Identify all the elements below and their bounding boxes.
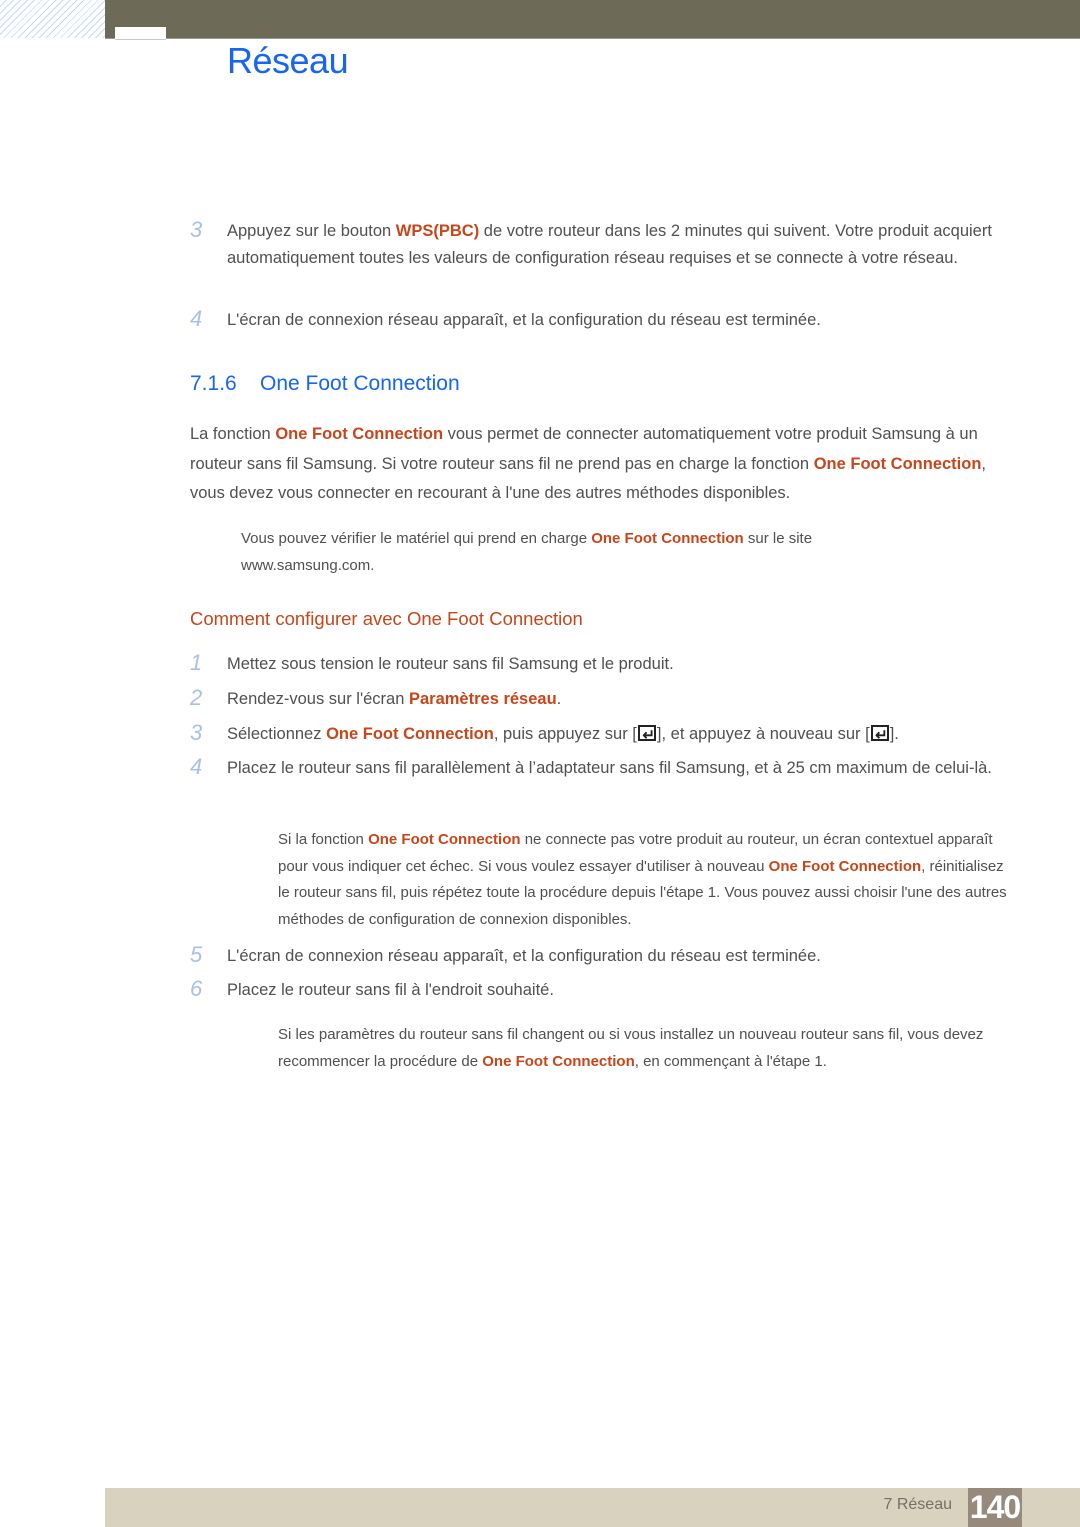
highlight-term: One Foot Connection — [275, 425, 444, 443]
step-text: Placez le routeur sans fil parallèlement… — [227, 759, 992, 777]
section-heading: 7.1.6 One Foot Connection — [190, 372, 460, 396]
corner-hatch-decoration — [0, 0, 105, 38]
step-number: 3 — [190, 217, 203, 242]
step-text: Appuyez sur le bouton WPS(PBC) de votre … — [227, 218, 1010, 272]
subsection-heading: Comment configurer avec One Foot Connect… — [190, 608, 583, 629]
section-number: 7.1.6 — [190, 372, 237, 395]
step-text: Mettez sous tension le routeur sans fil … — [227, 655, 674, 673]
step-item: 5 L'écran de connexion réseau apparaît, … — [190, 943, 1010, 970]
highlight-term: One Foot Connection — [768, 857, 922, 875]
intro-paragraph: La fonction One Foot Connection vous per… — [190, 420, 1005, 509]
text-run: Sélectionnez — [227, 725, 327, 743]
highlight-term: One Foot Connection — [482, 1052, 635, 1070]
step-text: Rendez-vous sur l'écran Paramètres résea… — [227, 686, 1010, 713]
step-number: 2 — [190, 685, 203, 710]
footer-chapter-label: 7 Réseau — [883, 1496, 953, 1513]
text-run: ], et appuyez à nouveau sur [ — [656, 725, 870, 743]
section-title: One Foot Connection — [260, 372, 460, 395]
highlight-term: One Foot Connection — [591, 530, 744, 547]
text-run: ]. — [889, 725, 899, 743]
top-bar — [105, 0, 1080, 39]
text-run: , en commençant à l'étape 1. — [634, 1052, 827, 1070]
step-number: 3 — [190, 720, 203, 745]
highlight-wps: WPS(PBC) — [395, 222, 480, 240]
step-number: 1 — [190, 650, 203, 675]
step-number: 5 — [190, 942, 203, 967]
step-item: 6 Placez le routeur sans fil à l'endroit… — [190, 977, 1010, 1004]
step-text: L'écran de connexion réseau apparaît, et… — [227, 947, 821, 965]
step-item: 1 Mettez sous tension le routeur sans fi… — [190, 651, 1010, 678]
enter-key-icon — [637, 722, 656, 749]
highlight-term: One Foot Connection — [813, 454, 982, 473]
step-item: 4 Placez le routeur sans fil parallèleme… — [190, 755, 1010, 782]
step-text: Sélectionnez One Foot Connection, puis a… — [227, 721, 1010, 749]
text-run: Si la fonction — [278, 831, 369, 848]
step-number: 4 — [190, 754, 203, 779]
highlight-term: Paramètres réseau — [408, 690, 557, 708]
text-run: Appuyez sur le bouton — [227, 222, 396, 240]
highlight-term: One Foot Connection — [326, 725, 494, 743]
text-run: La fonction — [190, 425, 276, 443]
step-item: 3 Appuyez sur le bouton WPS(PBC) de votr… — [190, 218, 1010, 272]
text-run: Rendez-vous sur l'écran — [227, 690, 409, 708]
step-item: 4 L'écran de connexion réseau apparaît, … — [190, 307, 1010, 334]
step-text: L'écran de connexion réseau apparaît, et… — [227, 311, 821, 329]
highlight-term: One Foot Connection — [368, 831, 521, 848]
text-run: , puis appuyez sur [ — [493, 725, 637, 743]
top-bar-tab — [115, 27, 166, 40]
page-number: 140 — [968, 1488, 1022, 1527]
step-number: 4 — [190, 306, 203, 331]
step-item: 3 Sélectionnez One Foot Connection, puis… — [190, 720, 1010, 750]
step-item: 2 Rendez-vous sur l'écran Paramètres rés… — [190, 686, 1010, 713]
step-number: 6 — [190, 976, 203, 1001]
step-text: Placez le routeur sans fil à l'endroit s… — [227, 981, 554, 999]
enter-key-icon — [870, 722, 889, 749]
chapter-title: Réseau — [227, 40, 349, 81]
note-compatibility: Vous pouvez vérifier le matériel qui pre… — [241, 526, 891, 579]
text-run: . — [556, 690, 562, 708]
text-run: Vous pouvez vérifier le matériel qui pre… — [241, 530, 592, 547]
note-settings-change: Si les paramètres du routeur sans fil ch… — [278, 1022, 1008, 1075]
note-failure: Si la fonction One Foot Connection ne co… — [278, 827, 1008, 933]
